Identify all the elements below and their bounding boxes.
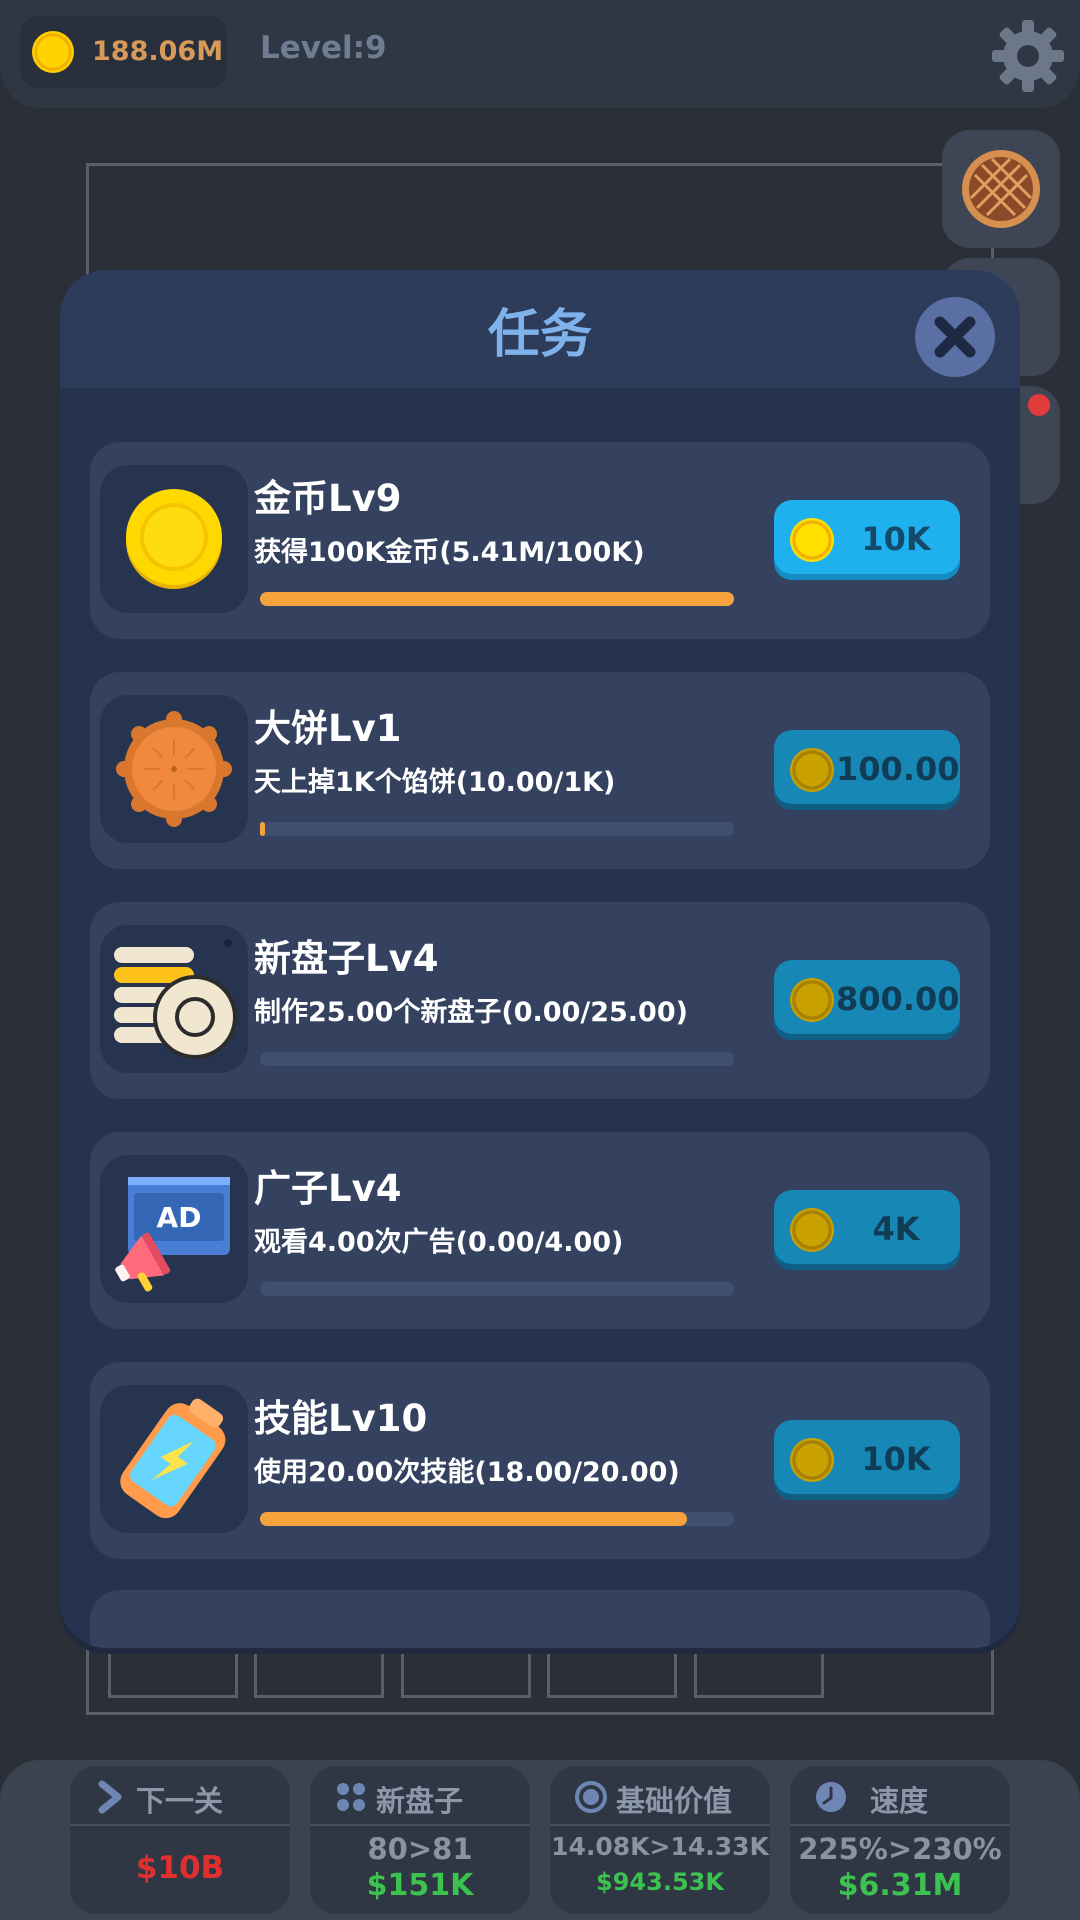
reward-amount: 100.00 bbox=[836, 750, 960, 788]
task-title: 金币Lv9 bbox=[254, 477, 402, 520]
stat-label: 新盘子 bbox=[376, 1784, 464, 1818]
task-description: 观看4.00次广告(0.00/4.00) bbox=[254, 1227, 624, 1258]
task-progress-bar bbox=[260, 1282, 734, 1296]
reward-amount: 4K bbox=[872, 1210, 920, 1248]
stat-label: 下一关 bbox=[136, 1784, 224, 1818]
task-description: 使用20.00次技能(18.00/20.00) bbox=[254, 1457, 680, 1488]
stat-label: 基础价值 bbox=[616, 1784, 733, 1818]
gear-icon bbox=[992, 20, 1064, 92]
new-plate-button[interactable]: 新盘子 80>81 $151K bbox=[310, 1766, 530, 1914]
task-card: 新盘子Lv4 制作25.00个新盘子(0.00/25.00) 800.00 bbox=[90, 902, 990, 1099]
dots-icon bbox=[337, 1783, 365, 1811]
settings-button[interactable] bbox=[990, 18, 1066, 94]
claim-reward-button[interactable]: 4K bbox=[774, 1190, 960, 1270]
clock-icon bbox=[816, 1782, 846, 1812]
close-button[interactable] bbox=[915, 297, 995, 377]
task-title: 大饼Lv1 bbox=[254, 707, 402, 750]
task-card: 技能Lv10 使用20.00次技能(18.00/20.00) 10K bbox=[90, 1362, 990, 1559]
chevron-right-icon bbox=[98, 1780, 122, 1814]
plate-slot[interactable] bbox=[401, 1640, 531, 1698]
coin-icon bbox=[790, 1438, 834, 1482]
stat-change: 225%>230% bbox=[798, 1832, 1002, 1866]
task-progress-bar bbox=[260, 592, 734, 606]
task-card-partial bbox=[90, 1590, 990, 1648]
dialog-title: 任务 bbox=[487, 305, 592, 365]
plate-slot[interactable] bbox=[108, 1640, 238, 1698]
reward-amount: 10K bbox=[861, 1440, 931, 1478]
reward-amount: 800.00 bbox=[836, 980, 960, 1018]
ad-megaphone-icon: AD bbox=[100, 1155, 248, 1303]
task-card: 金币Lv9 获得100K金币(5.41M/100K) 10K bbox=[90, 442, 990, 639]
reward-amount: 10K bbox=[861, 520, 931, 558]
stat-header: 下一关 bbox=[70, 1766, 290, 1826]
coin-icon bbox=[790, 1208, 834, 1252]
battery-icon bbox=[100, 1385, 248, 1533]
plate-slot[interactable] bbox=[547, 1640, 677, 1698]
task-card: 大饼Lv1 天上掉1K个馅饼(10.00/1K) 100.00 bbox=[90, 672, 990, 869]
mooncake-icon bbox=[100, 695, 248, 843]
stat-label: 速度 bbox=[870, 1784, 929, 1818]
dialog-header: 任务 bbox=[60, 270, 1020, 388]
stat-cost: $151K bbox=[366, 1868, 474, 1903]
claim-reward-button[interactable]: 800.00 bbox=[774, 960, 960, 1040]
target-icon bbox=[575, 1781, 607, 1813]
plates-icon bbox=[100, 925, 248, 1073]
claim-reward-button[interactable]: 10K bbox=[774, 500, 960, 580]
task-description: 天上掉1K个馅饼(10.00/1K) bbox=[254, 767, 616, 798]
notification-dot bbox=[1028, 394, 1050, 416]
task-title: 新盘子Lv4 bbox=[254, 937, 439, 980]
coin-icon bbox=[790, 748, 834, 792]
pie-icon bbox=[962, 150, 1040, 228]
level-label: Level:9 bbox=[260, 30, 387, 66]
coin-icon bbox=[32, 31, 74, 73]
pie-side-button[interactable] bbox=[942, 130, 1060, 248]
claim-reward-button[interactable]: 100.00 bbox=[774, 730, 960, 810]
stat-cost: $943.53K bbox=[596, 1868, 724, 1896]
next-level-cost: $10B bbox=[135, 1850, 225, 1886]
speed-button[interactable]: 速度 225%>230% $6.31M bbox=[790, 1766, 1010, 1914]
stat-cost: $6.31M bbox=[837, 1868, 963, 1903]
next-level-button[interactable]: 下一关 $10B bbox=[70, 1766, 290, 1914]
gold-coin-icon bbox=[100, 465, 248, 613]
stat-change: 80>81 bbox=[367, 1832, 473, 1866]
task-description: 获得100K金币(5.41M/100K) bbox=[254, 537, 645, 568]
task-progress-bar bbox=[260, 822, 734, 836]
close-icon bbox=[934, 316, 976, 358]
ad-text: AD bbox=[157, 1201, 202, 1234]
task-card: AD 广子Lv4 观看4.00次广告(0.00/4.00) 4K bbox=[90, 1132, 990, 1329]
coin-icon bbox=[790, 518, 834, 562]
task-description: 制作25.00个新盘子(0.00/25.00) bbox=[254, 997, 688, 1028]
coin-balance: 188.06M bbox=[20, 16, 227, 88]
coin-icon bbox=[790, 978, 834, 1022]
stat-header: 新盘子 bbox=[310, 1766, 530, 1826]
top-bar: 188.06M Level:9 bbox=[0, 0, 1080, 108]
base-value-button[interactable]: 基础价值 14.08K>14.33K $943.53K bbox=[550, 1766, 770, 1914]
stat-header: 速度 bbox=[790, 1766, 1010, 1826]
task-title: 技能Lv10 bbox=[254, 1397, 428, 1440]
plate-slot[interactable] bbox=[694, 1640, 824, 1698]
plate-slot[interactable] bbox=[254, 1640, 384, 1698]
tasks-dialog: 任务 金币Lv9 获得100K金币(5.41M/100K) 10K 大饼Lv1 … bbox=[60, 270, 1020, 1648]
task-title: 广子Lv4 bbox=[254, 1167, 402, 1210]
claim-reward-button[interactable]: 10K bbox=[774, 1420, 960, 1500]
stat-change: 14.08K>14.33K bbox=[551, 1832, 769, 1861]
stat-header: 基础价值 bbox=[550, 1766, 770, 1826]
coin-amount: 188.06M bbox=[92, 36, 224, 67]
task-progress-bar bbox=[260, 1052, 734, 1066]
task-progress-bar bbox=[260, 1512, 734, 1526]
